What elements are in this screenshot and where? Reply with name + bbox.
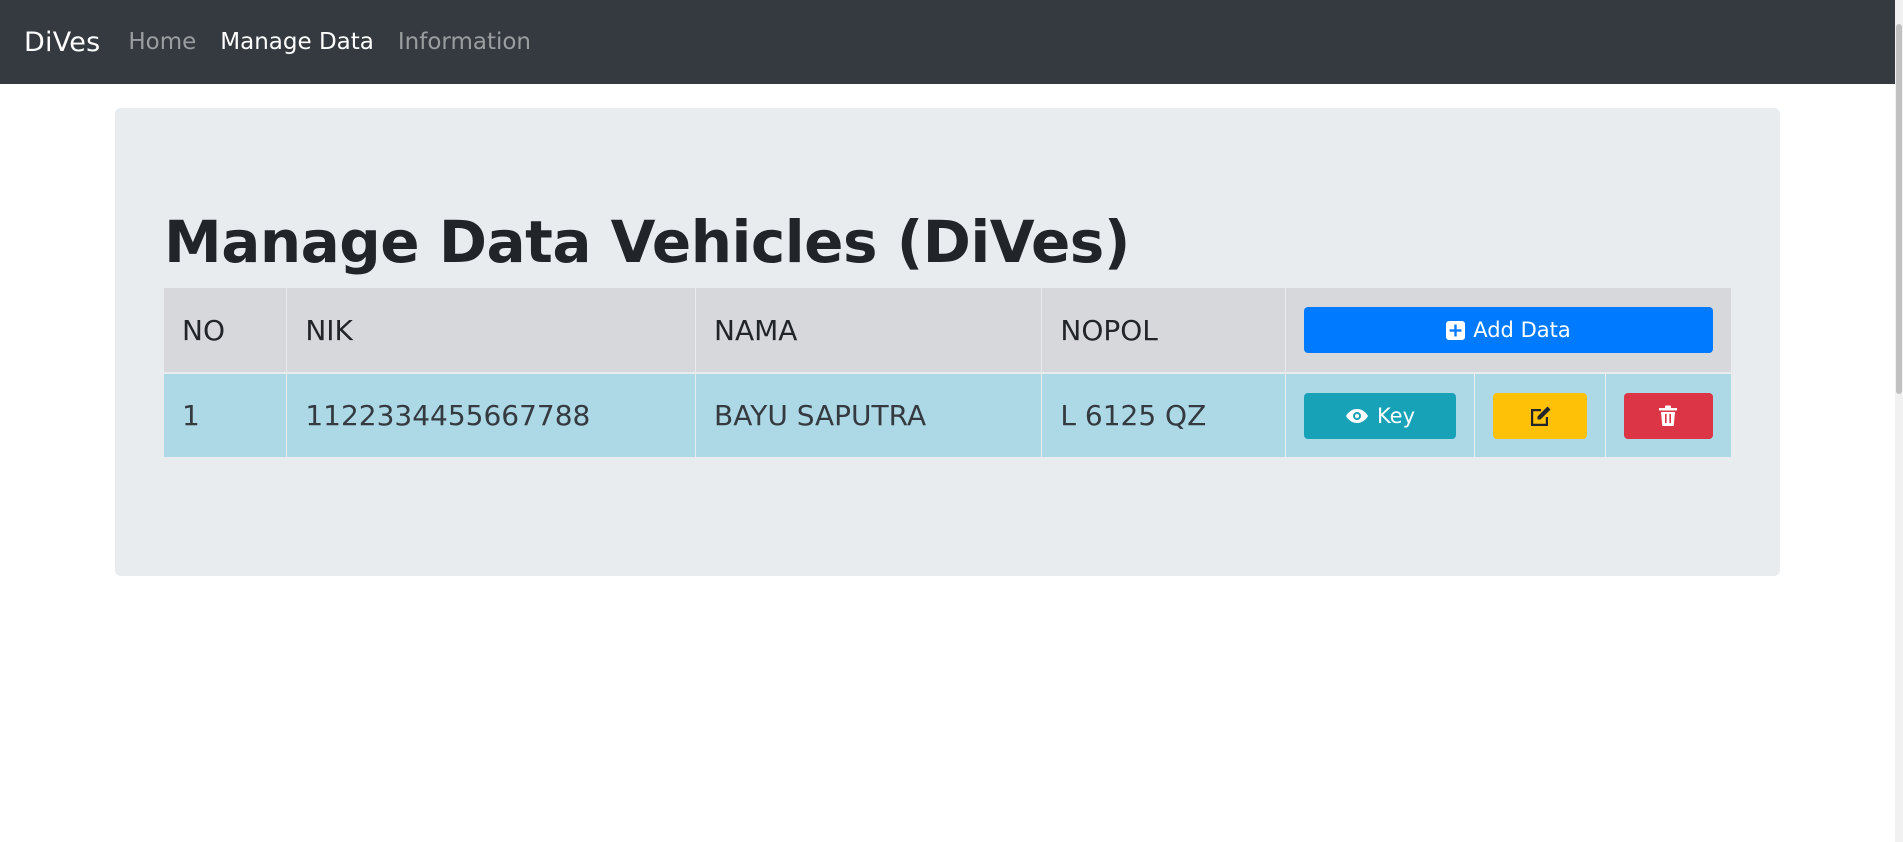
cell-delete (1604, 373, 1731, 457)
nav-link-manage-data[interactable]: Manage Data (220, 29, 374, 55)
header-no: NO (182, 313, 225, 347)
scrollbar[interactable] (1895, 0, 1903, 842)
cell-nopol: L 6125 QZ (1041, 373, 1286, 457)
table-header-row: NO NIK NAMA NOPOL Add Data (164, 288, 1731, 373)
trash-icon (1659, 405, 1678, 427)
add-data-button[interactable]: Add Data (1303, 307, 1713, 353)
nav-links: Home Manage Data Information (128, 29, 531, 55)
cell-key: Key (1284, 373, 1475, 457)
plus-square-icon (1446, 320, 1466, 340)
nav-link-information[interactable]: Information (398, 29, 531, 55)
navbar-brand[interactable]: DiVes (24, 27, 100, 58)
add-data-label: Add Data (1473, 318, 1571, 342)
cell-edit (1473, 373, 1606, 457)
header-actions: Add Data (1284, 288, 1731, 373)
navbar: DiVes Home Manage Data Information (0, 0, 1895, 84)
key-button[interactable]: Key (1303, 392, 1456, 439)
edit-button[interactable] (1492, 392, 1587, 439)
table-row: 1 1122334455667788 BAYU SAPUTRA L 6125 Q… (164, 373, 1731, 457)
key-label: Key (1376, 403, 1416, 428)
header-nama: NAMA (695, 288, 1042, 373)
header-nopol: NOPOL (1041, 288, 1286, 373)
edit-icon (1528, 405, 1552, 427)
eye-icon (1345, 408, 1369, 424)
vehicle-table: NO NIK NAMA NOPOL Add Data 1 11223344556… (164, 288, 1731, 457)
nav-link-home[interactable]: Home (128, 29, 196, 55)
scrollbar-thumb[interactable] (1896, 24, 1902, 394)
header-nik: NIK (286, 288, 696, 373)
cell-nama: BAYU SAPUTRA (695, 373, 1042, 457)
page: DiVes Home Manage Data Information Manag… (0, 0, 1903, 842)
jumbotron: Manage Data Vehicles (DiVes) NO NIK NAMA… (115, 108, 1780, 576)
delete-button[interactable] (1623, 392, 1713, 439)
cell-nik: 1122334455667788 (286, 373, 696, 457)
cell-no: 1 (182, 399, 200, 432)
page-title: Manage Data Vehicles (DiVes) (164, 208, 1130, 276)
